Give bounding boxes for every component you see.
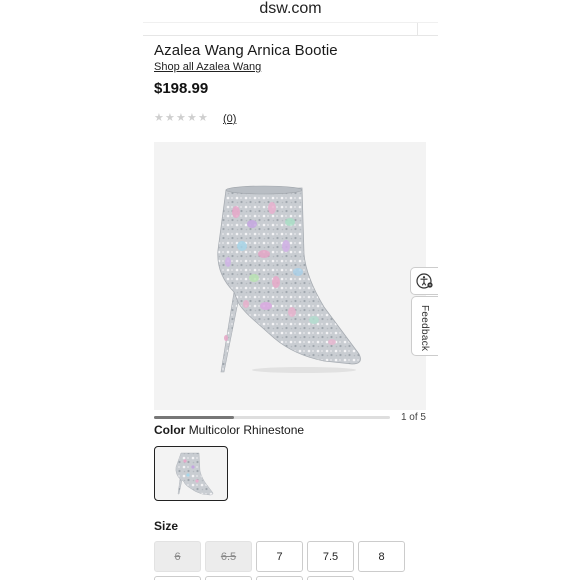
star-icon: ★ bbox=[187, 112, 197, 124]
size-option-6[interactable]: 6 bbox=[154, 541, 201, 572]
left-margin bbox=[0, 0, 143, 580]
size-option-7-5[interactable]: 7.5 bbox=[307, 541, 354, 572]
color-value: Multicolor Rhinestone bbox=[188, 423, 305, 437]
product-price: $198.99 bbox=[154, 80, 209, 97]
header-divider bbox=[417, 23, 418, 36]
swatch-boot-thumbnail bbox=[175, 452, 214, 496]
accessibility-button[interactable] bbox=[410, 267, 438, 295]
mobile-page: dsw.com Azalea Wang Arnica Bootie Shop a… bbox=[143, 0, 438, 580]
size-option-6-5[interactable]: 6.5 bbox=[205, 541, 252, 572]
boot-image bbox=[217, 185, 361, 373]
size-option-row2[interactable] bbox=[256, 576, 303, 580]
size-options-row-2 bbox=[154, 576, 354, 580]
url-text: dsw.com bbox=[259, 0, 322, 17]
size-option-row2[interactable] bbox=[307, 576, 354, 580]
site-header-strip bbox=[143, 22, 438, 36]
carousel-progress-fill bbox=[154, 416, 235, 419]
review-count-link[interactable]: (0) bbox=[223, 113, 236, 125]
feedback-tab[interactable]: Feedback bbox=[411, 296, 438, 356]
star-icon: ★ bbox=[198, 112, 208, 124]
color-label: Color bbox=[154, 423, 186, 437]
accessibility-icon bbox=[415, 273, 433, 289]
star-icon: ★ bbox=[176, 112, 186, 124]
product-image[interactable] bbox=[154, 142, 426, 410]
star-icon: ★ bbox=[165, 112, 175, 124]
carousel-progress bbox=[154, 416, 390, 419]
rating-stars[interactable]: ★ ★ ★ ★ ★ bbox=[154, 112, 208, 124]
feedback-label: Feedback bbox=[419, 305, 430, 352]
shop-brand-link[interactable]: Shop all Azalea Wang bbox=[154, 61, 261, 73]
right-margin bbox=[438, 0, 580, 580]
product-title: Azalea Wang Arnica Bootie bbox=[154, 42, 338, 59]
star-icon: ★ bbox=[154, 112, 164, 124]
carousel-counter: 1 of 5 bbox=[400, 412, 426, 423]
size-options: 6 6.5 7 7.5 8 bbox=[154, 541, 405, 572]
color-selection: Color Multicolor Rhinestone bbox=[154, 423, 304, 437]
size-option-7[interactable]: 7 bbox=[256, 541, 303, 572]
size-option-8[interactable]: 8 bbox=[358, 541, 405, 572]
size-option-row2[interactable] bbox=[154, 576, 201, 580]
size-label: Size bbox=[154, 519, 179, 533]
size-option-row2[interactable] bbox=[205, 576, 252, 580]
url-bar[interactable]: dsw.com bbox=[143, 0, 438, 24]
color-swatch[interactable] bbox=[154, 446, 228, 501]
